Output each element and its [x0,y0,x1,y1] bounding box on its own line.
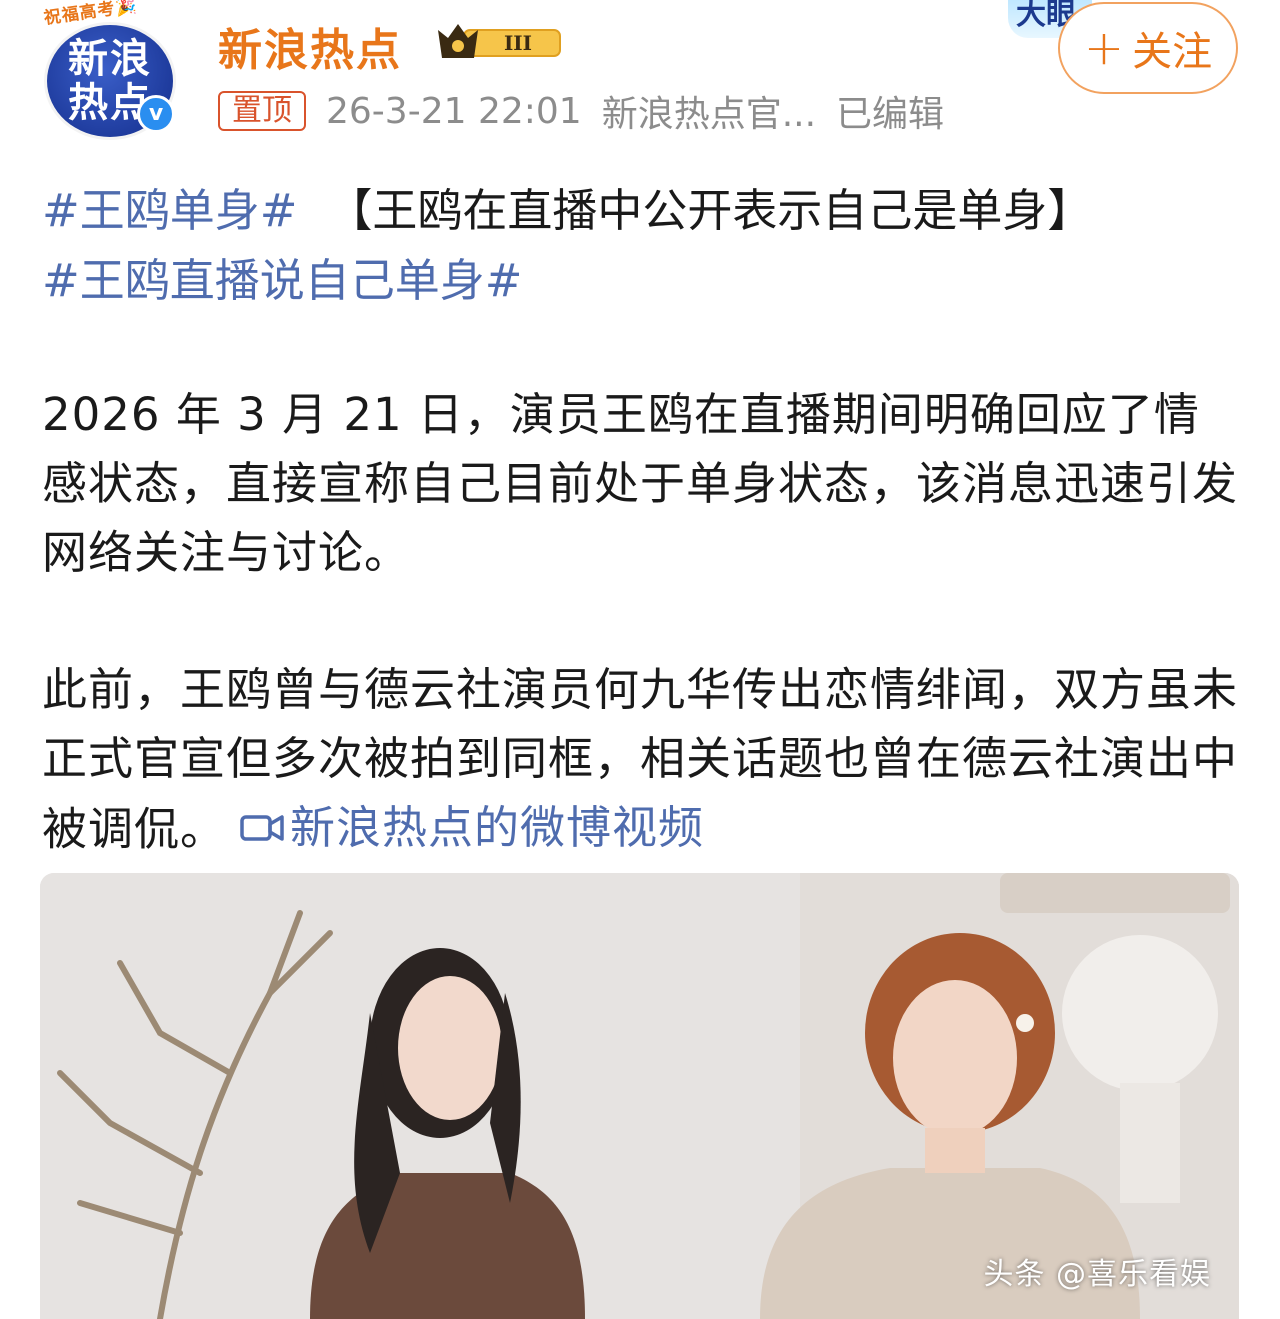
avatar-logo-line1: 新浪 [68,36,152,82]
video-link-label: 新浪热点的微博视频 [290,801,705,854]
video-camera-icon [240,814,284,841]
post-meta-row: 置顶 26-3-21 22:01 新浪热点官... 已编辑 [218,85,944,137]
account-name[interactable]: 新浪热点 [218,14,402,78]
post-paragraph-1: 2026 年 3 月 21 日，演员王鸥在直播期间明确回应了情感状态，直接宣称自… [42,388,1239,579]
crown-icon: III [438,24,561,58]
hashtag-link[interactable]: #王鸥单身# [42,184,297,237]
image-watermark: 头条 @喜乐看娱 [983,1257,1211,1292]
post-headline-block: #王鸥单身# 【王鸥在直播中公开表示自己是单身】 #王鸥直播说自己单身# [42,176,1242,316]
verified-icon: v [137,95,175,133]
account-avatar[interactable]: 祝福高考🎉 新浪 热点 v [40,0,185,144]
member-crown-badge[interactable]: III [436,18,566,64]
post-timestamp: 26-3-21 22:01 [326,90,582,132]
follow-button-label: 关注 [1132,29,1213,75]
post-headline: 【王鸥在直播中公开表示自己是单身】 [327,184,1093,237]
edited-label[interactable]: 已编辑 [836,85,944,137]
plus-icon: + [1083,20,1125,76]
post-image[interactable]: 头条 @喜乐看娱 [40,873,1239,1319]
video-link[interactable]: 新浪热点的微博视频 [240,793,704,862]
pinned-badge: 置顶 [218,91,306,131]
follow-button[interactable]: + 关注 [1058,2,1238,94]
level-badge-text: III [504,31,532,55]
post-source[interactable]: 新浪热点官... [602,85,816,137]
hashtag-link[interactable]: #王鸥直播说自己单身# [42,254,522,307]
post-paragraph-2: 此前，王鸥曾与德云社演员何九华传出恋情绯闻，双方虽未正式官宣但多次被拍到同框，相… [42,655,1242,864]
avatar: 新浪 热点 v [44,22,176,140]
